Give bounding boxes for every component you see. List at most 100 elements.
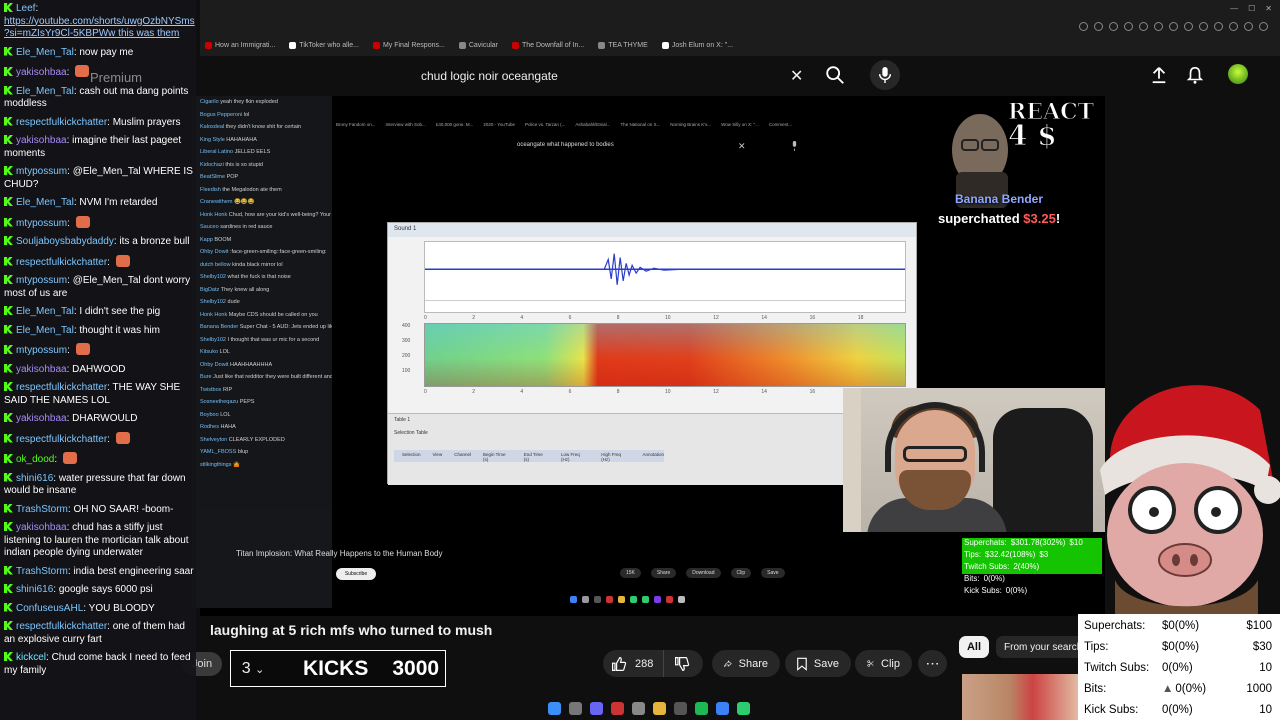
chat-username[interactable]: mtypossum	[16, 275, 67, 286]
chat-username[interactable]: Ele_Men_Tal	[16, 86, 74, 97]
chat-username[interactable]: yakisohbaa	[16, 135, 67, 146]
windows-start-icon[interactable]	[548, 701, 561, 715]
chat-username[interactable]: ConfuseusAHL	[16, 603, 83, 614]
inner-goal-row: Bits: 0(0%)	[964, 574, 1005, 583]
inner-chat-line: Cigarilo yeah they fkin exploded	[200, 99, 278, 105]
window-controls: — ☐ ✕	[1230, 4, 1272, 13]
chat-username[interactable]: shini616	[16, 584, 53, 595]
extension-icon[interactable]	[1094, 22, 1103, 31]
chat-username[interactable]: Ele_Men_Tal	[16, 197, 74, 208]
chat-username[interactable]: yakisohbaa	[16, 67, 67, 78]
app-red-icon[interactable]	[611, 701, 624, 715]
chip-all[interactable]: All	[959, 636, 989, 658]
share-button[interactable]: Share	[712, 650, 780, 677]
extension-icon[interactable]	[1214, 22, 1223, 31]
file-explorer-icon[interactable]	[653, 701, 666, 715]
chat-username[interactable]: respectfulkickchatter	[16, 621, 107, 632]
chat-username[interactable]: Ele_Men_Tal	[16, 325, 74, 336]
chat-username[interactable]: TrashStorm	[16, 504, 68, 515]
santa-pig-avatar	[1100, 385, 1280, 615]
chat-message: Ele_Men_Tal: I didn't see the pig	[4, 306, 196, 319]
close-window-button[interactable]: ✕	[1265, 4, 1272, 13]
minimize-button[interactable]: —	[1230, 4, 1238, 13]
bookmark[interactable]: TikToker who alle...	[289, 38, 359, 52]
chat-username[interactable]: yakisohbaa	[16, 364, 67, 375]
chat-username[interactable]: kickcel	[16, 652, 46, 663]
bookmark[interactable]: Cavicular	[458, 38, 498, 52]
chat-username[interactable]: respectfulkickchatter	[16, 257, 107, 268]
kick-badge-icon	[4, 565, 13, 575]
bookmark[interactable]: TEA THYME	[598, 38, 648, 52]
chat-username[interactable]: mtypossum	[16, 166, 67, 177]
extension-icon[interactable]	[1109, 22, 1118, 31]
discord-icon[interactable]	[590, 701, 603, 715]
chat-text: DAHWOOD	[72, 363, 126, 375]
kick-badge-icon	[4, 85, 13, 95]
chat-username[interactable]: Leef	[16, 3, 35, 14]
voice-search-button[interactable]	[870, 60, 900, 90]
x-tick-label: 12	[713, 315, 719, 321]
chat-username[interactable]: TrashStorm	[16, 566, 68, 577]
notifications-bell-icon[interactable]	[1186, 66, 1204, 84]
related-video-thumbnail[interactable]	[962, 674, 1080, 720]
bookmark[interactable]: How an Immigrati...	[205, 38, 275, 52]
chat-message: Ele_Men_Tal: NVM I'm retarded	[4, 197, 196, 210]
kick-badge-icon	[4, 584, 13, 593]
extension-icon[interactable]	[1199, 22, 1208, 31]
superchat-alert: superchatted $3.25!	[938, 211, 1061, 226]
obs-icon[interactable]	[674, 701, 687, 715]
chat-username[interactable]: mtypossum	[16, 218, 67, 229]
chrome-icon[interactable]	[632, 701, 645, 715]
app-blue-icon[interactable]	[716, 701, 729, 715]
extension-icon[interactable]	[1154, 22, 1163, 31]
chat-username[interactable]: yakisohbaa	[16, 413, 67, 424]
chat-username[interactable]: yakisohbaa	[16, 522, 67, 533]
extension-icon[interactable]	[1229, 22, 1238, 31]
chip-from-search[interactable]: From your search	[996, 636, 1086, 658]
bookmark[interactable]: Josh Elum on X: "...	[661, 38, 733, 52]
chat-username[interactable]: Ele_Men_Tal	[16, 306, 74, 317]
save-button[interactable]: Save	[785, 650, 851, 677]
extension-icon[interactable]	[1184, 22, 1193, 31]
chat-text: india best engineering saar	[73, 565, 194, 577]
x-tick-label: 2	[472, 389, 475, 395]
chat-link[interactable]: https://youtube.com/shorts/uwgOzbNYSms?s…	[4, 16, 195, 40]
chat-username[interactable]: Souljaboysbabydaddy	[16, 236, 114, 247]
more-dots-icon: ⋯	[925, 655, 940, 671]
upload-icon[interactable]	[1150, 66, 1168, 84]
chat-username[interactable]: respectfulkickchatter	[16, 382, 107, 393]
extension-icon[interactable]	[1124, 22, 1133, 31]
like-button[interactable]: 288	[603, 650, 665, 677]
more-actions-button[interactable]: ⋯	[918, 650, 947, 677]
goal-value: $0(0%)	[1162, 641, 1200, 653]
inner-chat-line: King Style HAHAHAHA	[200, 136, 257, 143]
search-icon[interactable]	[824, 64, 846, 86]
extension-icon[interactable]	[1244, 22, 1253, 31]
extension-icon[interactable]	[1169, 22, 1178, 31]
chat-username[interactable]: respectfulkickchatter	[16, 117, 107, 128]
emote-icon	[115, 254, 130, 267]
chat-username[interactable]: mtypossum	[16, 345, 67, 356]
extension-icon[interactable]	[1139, 22, 1148, 31]
spotify-icon[interactable]	[695, 701, 708, 715]
stream-screen: How an Immigrati... TikToker who alle...…	[0, 0, 1280, 720]
chat-username[interactable]: Ele_Men_Tal	[16, 47, 74, 58]
search-input[interactable]: chud logic noir oceangate	[410, 62, 820, 90]
chat-username[interactable]: respectfulkickchatter	[16, 434, 107, 445]
search-taskbar-icon[interactable]	[569, 701, 582, 715]
kick-badge-icon	[4, 256, 13, 266]
clip-button[interactable]: Clip	[855, 650, 912, 677]
bookmark[interactable]: My Final Respons...	[372, 38, 445, 52]
clear-search-icon[interactable]: ✕	[790, 66, 803, 86]
app-green-icon[interactable]	[737, 701, 750, 715]
bookmark[interactable]: The Downfall of In...	[512, 38, 584, 52]
kick-badge-icon	[4, 67, 13, 76]
chat-username[interactable]: shini616	[16, 473, 53, 484]
extension-icon[interactable]	[1079, 22, 1088, 31]
maximize-button[interactable]: ☐	[1248, 4, 1255, 13]
chat-username[interactable]: ok_dood	[16, 454, 54, 465]
dislike-button[interactable]	[664, 650, 690, 677]
account-avatar[interactable]	[1228, 64, 1248, 84]
extension-icon[interactable]	[1259, 22, 1268, 31]
video-title: laughing at 5 rich mfs who turned to mus…	[210, 622, 493, 638]
